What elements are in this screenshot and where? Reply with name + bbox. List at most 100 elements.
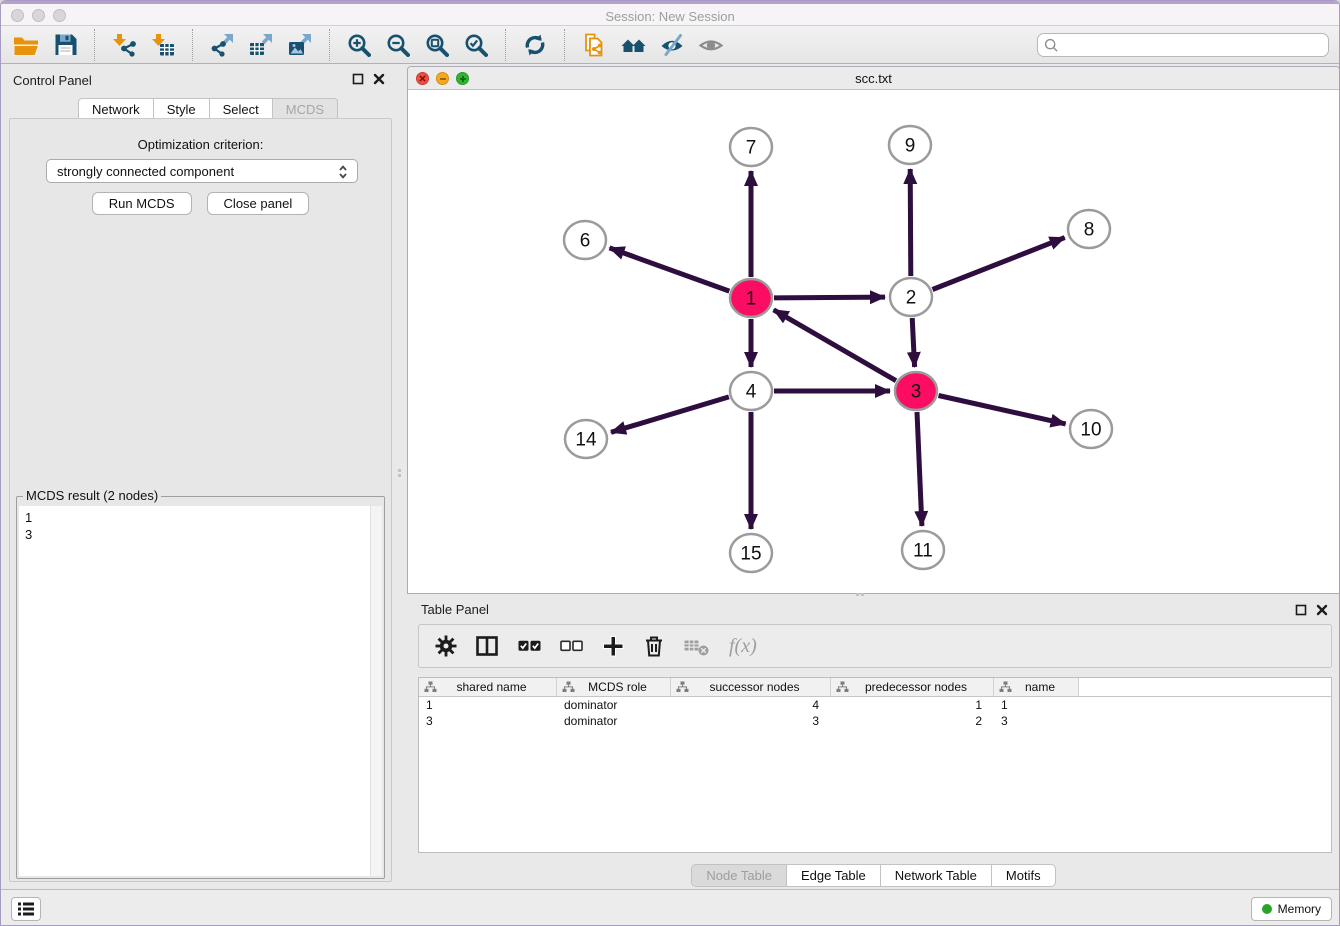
svg-text:4: 4 bbox=[746, 382, 757, 403]
column-header-successor-nodes[interactable]: successor nodes bbox=[671, 678, 831, 696]
zoom-out-icon[interactable] bbox=[383, 30, 413, 60]
table-tabs: Node TableEdge TableNetwork TableMotifs bbox=[407, 864, 1340, 887]
import-network-icon[interactable] bbox=[109, 30, 139, 60]
svg-text:1: 1 bbox=[746, 289, 757, 310]
cell-name[interactable]: 1 bbox=[994, 698, 1079, 712]
optimization-criterion-select[interactable]: strongly connected component bbox=[46, 159, 358, 183]
graph-node-14[interactable]: 14 bbox=[565, 420, 607, 458]
cell-predecessor-nodes[interactable]: 1 bbox=[831, 698, 994, 712]
eye-icon[interactable] bbox=[696, 30, 726, 60]
cell-shared-name[interactable]: 1 bbox=[419, 698, 557, 712]
task-list-button[interactable] bbox=[11, 897, 41, 921]
export-image-icon[interactable] bbox=[285, 30, 315, 60]
graph-node-15[interactable]: 15 bbox=[730, 534, 772, 572]
export-table-icon[interactable] bbox=[246, 30, 276, 60]
mcds-result-text[interactable]: 1 3 bbox=[19, 506, 382, 876]
close-panel-icon[interactable] bbox=[1316, 604, 1328, 616]
graph-node-3[interactable]: 3 bbox=[895, 372, 937, 410]
svg-text:15: 15 bbox=[740, 544, 761, 565]
import-table-icon[interactable] bbox=[148, 30, 178, 60]
svg-text:9: 9 bbox=[905, 136, 916, 157]
column-header-predecessor-nodes[interactable]: predecessor nodes bbox=[831, 678, 994, 696]
export-network-icon[interactable] bbox=[207, 30, 237, 60]
graph-node-10[interactable]: 10 bbox=[1070, 410, 1112, 448]
run-mcds-button[interactable]: Run MCDS bbox=[92, 192, 192, 215]
edge-2-8[interactable] bbox=[933, 238, 1065, 290]
add-row-icon[interactable] bbox=[602, 635, 624, 657]
horizontal-split-handle[interactable] bbox=[856, 593, 864, 596]
column-header-shared-name[interactable]: shared name bbox=[419, 678, 557, 696]
tab-edge-table[interactable]: Edge Table bbox=[787, 864, 881, 887]
table-row[interactable]: 3dominator323 bbox=[419, 713, 1331, 729]
zoom-selected-icon[interactable] bbox=[461, 30, 491, 60]
close-panel-button[interactable]: Close panel bbox=[207, 192, 310, 215]
stepper-arrows-icon bbox=[335, 164, 351, 180]
cell-MCDS-role[interactable]: dominator bbox=[557, 714, 671, 728]
tab-motifs[interactable]: Motifs bbox=[992, 864, 1056, 887]
edge-3-10[interactable] bbox=[939, 396, 1066, 424]
graph-node-1[interactable]: 1 bbox=[730, 279, 772, 317]
cell-predecessor-nodes[interactable]: 2 bbox=[831, 714, 994, 728]
vertical-split-handle[interactable] bbox=[398, 469, 401, 477]
graph-node-2[interactable]: 2 bbox=[890, 278, 932, 316]
split-columns-icon[interactable] bbox=[476, 635, 499, 657]
window-title: Session: New Session bbox=[1, 7, 1339, 26]
edge-4-14[interactable] bbox=[611, 397, 729, 432]
table-row[interactable]: 1dominator411 bbox=[419, 697, 1331, 713]
svg-text:6: 6 bbox=[580, 231, 591, 252]
svg-text:8: 8 bbox=[1084, 220, 1095, 241]
toolbar-separator bbox=[564, 29, 565, 61]
search-input[interactable] bbox=[1037, 33, 1329, 57]
select-all-icon[interactable] bbox=[518, 639, 541, 653]
svg-text:11: 11 bbox=[913, 541, 933, 562]
svg-text:f(x): f(x) bbox=[729, 635, 757, 657]
delete-row-icon[interactable] bbox=[643, 634, 665, 658]
column-header-name[interactable]: name bbox=[994, 678, 1079, 696]
tab-node-table[interactable]: Node Table bbox=[691, 864, 787, 887]
memory-button[interactable]: Memory bbox=[1251, 897, 1332, 921]
cell-successor-nodes[interactable]: 4 bbox=[671, 698, 831, 712]
table-toolbar: f(x) bbox=[418, 624, 1332, 668]
graph-node-7[interactable]: 7 bbox=[730, 128, 772, 166]
hide-panel-eye-icon[interactable] bbox=[657, 30, 687, 60]
edge-2-9[interactable] bbox=[910, 169, 911, 276]
float-panel-icon[interactable] bbox=[1295, 604, 1307, 616]
edge-1-6[interactable] bbox=[610, 248, 730, 291]
home-network-icon[interactable] bbox=[618, 30, 648, 60]
control-panel-title: Control Panel bbox=[13, 73, 92, 88]
deselect-all-icon[interactable] bbox=[560, 639, 583, 653]
float-panel-icon[interactable] bbox=[352, 73, 364, 85]
edge-1-2[interactable] bbox=[774, 297, 885, 298]
zoom-in-icon[interactable] bbox=[344, 30, 374, 60]
graph-node-6[interactable]: 6 bbox=[564, 221, 606, 259]
open-folder-icon[interactable] bbox=[11, 30, 41, 60]
column-header-MCDS-role[interactable]: MCDS role bbox=[557, 678, 671, 696]
refresh-icon[interactable] bbox=[520, 30, 550, 60]
svg-text:7: 7 bbox=[746, 138, 757, 159]
zoom-fit-icon[interactable] bbox=[422, 30, 452, 60]
tab-network-table[interactable]: Network Table bbox=[881, 864, 992, 887]
table-panel: Table Panel f(x) shared nameMCDS rolesuc… bbox=[407, 598, 1340, 889]
close-panel-icon[interactable] bbox=[373, 73, 385, 85]
cell-name[interactable]: 3 bbox=[994, 714, 1079, 728]
cell-shared-name[interactable]: 3 bbox=[419, 714, 557, 728]
graph-node-9[interactable]: 9 bbox=[889, 126, 931, 164]
edge-3-1[interactable] bbox=[774, 310, 896, 381]
cell-successor-nodes[interactable]: 3 bbox=[671, 714, 831, 728]
save-icon[interactable] bbox=[50, 30, 80, 60]
table-header-row: shared nameMCDS rolesuccessor nodesprede… bbox=[419, 678, 1331, 697]
edge-2-3[interactable] bbox=[912, 318, 914, 367]
cell-MCDS-role[interactable]: dominator bbox=[557, 698, 671, 712]
graph-node-11[interactable]: 11 bbox=[902, 531, 944, 569]
svg-text:3: 3 bbox=[911, 382, 922, 403]
graph-node-4[interactable]: 4 bbox=[730, 372, 772, 410]
edge-3-11[interactable] bbox=[917, 412, 922, 526]
result-scrollbar[interactable] bbox=[370, 506, 382, 876]
duplicate-network-icon[interactable] bbox=[579, 30, 609, 60]
network-canvas-svg[interactable]: 7 9 6 8 1 2 4 3 14 10 15 11 bbox=[408, 90, 1339, 593]
table-body: 1dominator4113dominator323 bbox=[419, 697, 1331, 729]
table-panel-title: Table Panel bbox=[421, 602, 489, 617]
settings-gear-icon[interactable] bbox=[435, 635, 457, 657]
graph-node-8[interactable]: 8 bbox=[1068, 210, 1110, 248]
application-window: Session: New Session Control Panel Netwo… bbox=[0, 0, 1340, 926]
